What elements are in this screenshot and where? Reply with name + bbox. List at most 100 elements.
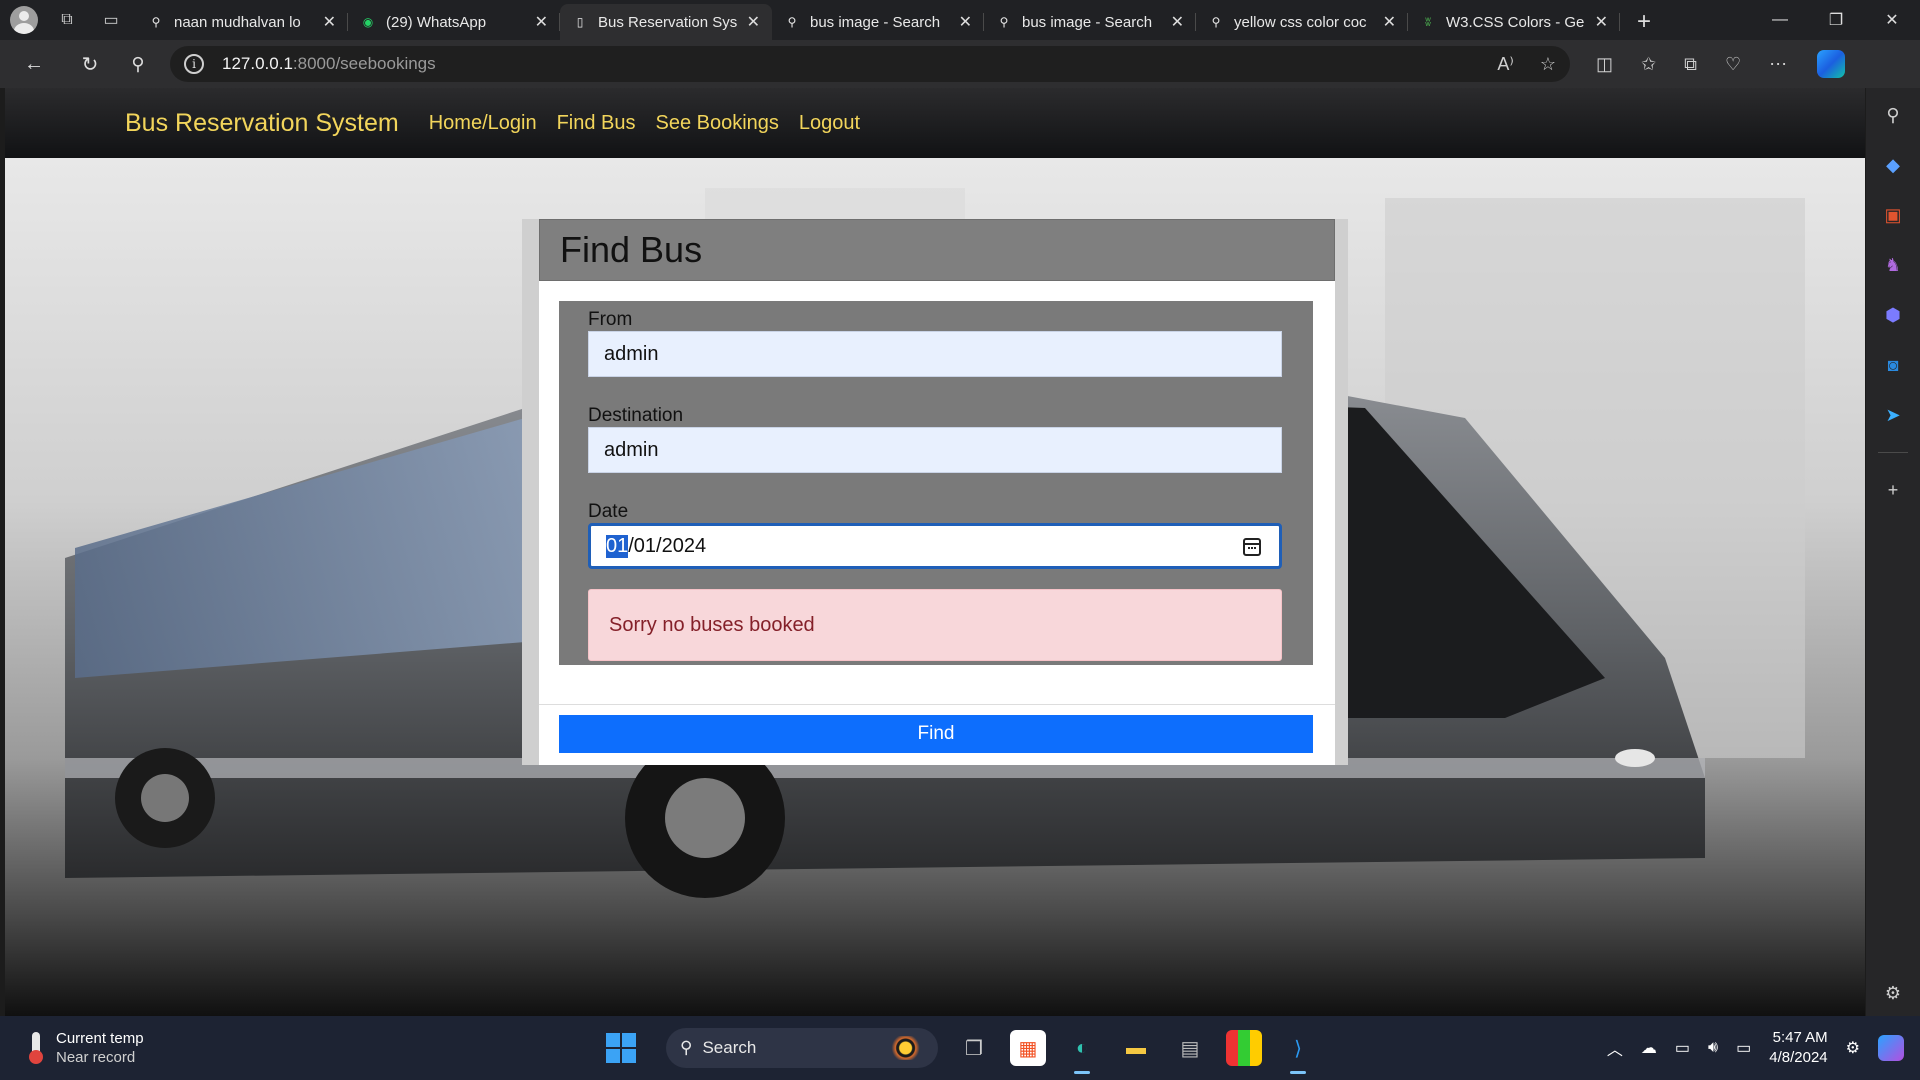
refresh-icon[interactable]: ↻ <box>70 44 110 84</box>
notification-bell-icon[interactable]: ⚙ <box>1846 1038 1860 1058</box>
battery-icon[interactable]: ▭ <box>1736 1038 1751 1058</box>
system-tray: ︿ ☁ ▭ 🔊︎ ▭ 5:47 AM 4/8/2024 ⚙ <box>1607 1016 1920 1080</box>
address-toolbar: ← ↻ ⚲ i 127.0.0.1:8000/seebookings A⁾ ☆ … <box>0 40 1920 88</box>
destination-value: admin <box>604 438 659 461</box>
copilot-sidebar-icon[interactable]: ⬢ <box>1880 302 1906 328</box>
chevron-up-icon[interactable]: ︿ <box>1607 1036 1623 1060</box>
date-rest: /01/2024 <box>628 534 707 557</box>
address-bar[interactable]: i 127.0.0.1:8000/seebookings A⁾ ☆ <box>170 46 1570 82</box>
close-icon[interactable]: ✕ <box>1383 12 1396 32</box>
tab-title: W3.CSS Colors - Ge <box>1446 13 1585 31</box>
weather-widget[interactable]: Current temp Near record <box>26 1029 326 1067</box>
split-screen-icon[interactable]: ◫ <box>1596 54 1613 75</box>
from-label: From <box>588 309 633 330</box>
minimize-icon[interactable]: — <box>1752 0 1808 40</box>
calculator-icon[interactable]: ▤ <box>1172 1030 1208 1066</box>
tab-title: naan mudhalvan lo <box>174 13 301 31</box>
window-close-icon[interactable]: ✕ <box>1864 0 1920 40</box>
tab-actions-icon[interactable]: ▭ <box>96 5 126 35</box>
nav-link-home-login[interactable]: Home/Login <box>429 112 537 135</box>
search-icon: ⚲ <box>151 15 161 29</box>
tab-0[interactable]: ⚲ naan mudhalvan lo ✕ <box>136 4 348 40</box>
search-icon[interactable]: ⚲ <box>1880 102 1906 128</box>
w3-icon: ʬ <box>1425 15 1431 29</box>
search-icon: ⚲ <box>680 1038 693 1057</box>
settings-gear-icon[interactable]: ⚙ <box>1880 980 1906 1006</box>
calendar-icon[interactable] <box>1243 538 1261 556</box>
search-icon[interactable]: ⚲ <box>118 44 158 84</box>
close-icon[interactable]: ✕ <box>747 12 760 32</box>
from-value: admin <box>604 342 659 365</box>
copilot-icon[interactable] <box>1817 50 1846 78</box>
volume-icon[interactable]: 🔊︎ <box>1708 1039 1718 1057</box>
edge-icon[interactable]: ◐ <box>1064 1030 1100 1074</box>
weather-subtitle: Near record <box>56 1049 136 1066</box>
close-icon[interactable]: ✕ <box>535 12 548 32</box>
date-label: Date <box>588 501 629 522</box>
browser-tab-strip: ⧉ ▭ ⚲ naan mudhalvan lo ✕ ◉ (29) WhatsAp… <box>0 0 1920 40</box>
destination-label: Destination <box>588 405 684 426</box>
restore-icon[interactable]: ❐ <box>1808 0 1864 40</box>
taskbar-search-label: Search <box>702 1038 757 1057</box>
shopping-tag-icon[interactable]: ◆ <box>1880 152 1906 178</box>
new-tab-icon[interactable]: + <box>1626 4 1662 40</box>
favorites-icon[interactable]: ✩ <box>1641 54 1656 75</box>
close-icon[interactable]: ✕ <box>1171 12 1184 32</box>
nav-link-logout[interactable]: Logout <box>799 112 860 135</box>
whatsapp-icon: ◉ <box>362 15 374 29</box>
browser-essentials-icon[interactable]: ♡ <box>1725 54 1741 75</box>
collections-icon[interactable]: ⧉ <box>1684 54 1697 75</box>
network-icon[interactable]: ▭ <box>1675 1038 1690 1058</box>
clock-date: 4/8/2024 <box>1769 1049 1828 1066</box>
close-icon[interactable]: ✕ <box>959 12 972 32</box>
back-icon[interactable]: ← <box>14 44 54 84</box>
more-icon[interactable]: ⋯ <box>1769 54 1787 75</box>
task-view-icon[interactable]: ❐ <box>956 1030 992 1066</box>
workspaces-icon[interactable]: ⧉ <box>52 5 82 35</box>
tab-1[interactable]: ◉ (29) WhatsApp ✕ <box>348 4 560 40</box>
onedrive-cloud-icon[interactable]: ☁ <box>1641 1038 1657 1058</box>
edge-sidebar: ⚲ ◆ ▣ ♞ ⬢ ◙ ➤ + ⚙ <box>1866 88 1920 1016</box>
taskbar-search[interactable]: ⚲ Search <box>666 1028 938 1068</box>
modal-header: Find Bus <box>539 219 1335 281</box>
read-aloud-icon[interactable]: A⁾ <box>1497 54 1513 75</box>
find-button[interactable]: Find <box>559 715 1313 753</box>
add-icon[interactable]: + <box>1880 477 1906 503</box>
date-selected-segment: 01 <box>606 534 629 558</box>
copilot-taskbar-icon[interactable] <box>1878 1035 1904 1061</box>
close-icon[interactable]: ✕ <box>1595 12 1608 32</box>
tab-title: bus image - Search <box>1022 13 1153 31</box>
send-icon[interactable]: ➤ <box>1880 402 1906 428</box>
windows-start-icon[interactable] <box>606 1033 636 1063</box>
info-icon[interactable]: i <box>184 54 204 74</box>
search-icon: ⚲ <box>999 15 1009 29</box>
url-path: :8000/seebookings <box>292 54 436 73</box>
tab-6[interactable]: ʬ W3.CSS Colors - Ge ✕ <box>1408 4 1620 40</box>
tab-3[interactable]: ⚲ bus image - Search ✕ <box>772 4 984 40</box>
tab-5[interactable]: ⚲ yellow css color coc ✕ <box>1196 4 1408 40</box>
site-brand[interactable]: Bus Reservation System <box>125 109 399 138</box>
sidebar-divider <box>1878 452 1908 453</box>
colorful-app-icon[interactable] <box>1226 1030 1262 1066</box>
from-input[interactable]: admin <box>588 331 1282 377</box>
profile-avatar[interactable] <box>10 6 38 34</box>
nav-link-see-bookings[interactable]: See Bookings <box>656 112 779 135</box>
file-explorer-icon[interactable]: ▬ <box>1118 1030 1154 1066</box>
destination-input[interactable]: admin <box>588 427 1282 473</box>
outlook-icon[interactable]: ◙ <box>1880 352 1906 378</box>
tab-4[interactable]: ⚲ bus image - Search ✕ <box>984 4 1196 40</box>
tools-icon[interactable]: ▣ <box>1880 202 1906 228</box>
store-icon[interactable]: ▦ <box>1010 1030 1046 1066</box>
nav-link-find-bus[interactable]: Find Bus <box>557 112 636 135</box>
page-icon: ▯ <box>576 15 584 29</box>
close-icon[interactable]: ✕ <box>323 12 336 32</box>
games-icon[interactable]: ♞ <box>1880 252 1906 278</box>
no-bookings-alert: Sorry no buses booked <box>588 589 1282 661</box>
clock[interactable]: 5:47 AM 4/8/2024 <box>1769 1028 1827 1068</box>
vscode-icon[interactable]: ⟩ <box>1280 1030 1316 1074</box>
favorite-star-icon[interactable]: ☆ <box>1540 54 1556 75</box>
tab-2-active[interactable]: ▯ Bus Reservation Sys ✕ <box>560 4 772 40</box>
date-input[interactable]: 01/01/2024 <box>588 523 1282 569</box>
tab-title: bus image - Search <box>810 13 941 31</box>
clock-time: 5:47 AM <box>1772 1029 1828 1046</box>
